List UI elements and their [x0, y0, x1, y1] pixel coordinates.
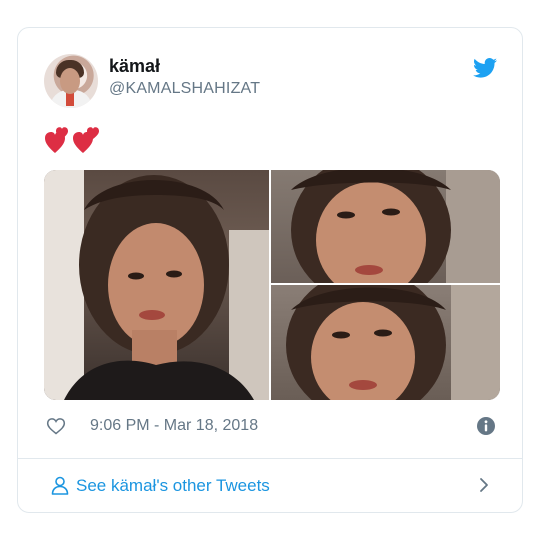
photo-1-illustration — [44, 170, 269, 400]
photo-3-illustration — [286, 285, 500, 400]
chevron-right-icon — [480, 478, 488, 492]
person-icon — [51, 476, 69, 495]
tweet-meta-row: 9:06 PM - Mar 18, 2018 — [44, 414, 500, 438]
tweet-media-grid — [44, 170, 500, 400]
see-other-tweets-link[interactable]: See kämał's other Tweets — [18, 459, 522, 513]
author-handle[interactable]: @KAMALSHAHIZAT — [109, 80, 260, 98]
embedded-tweet-card: kämał @KAMALSHAHIZAT 9:06 PM - Mar 18, 2… — [17, 27, 523, 513]
info-icon[interactable] — [476, 416, 496, 436]
photo-2-illustration — [291, 170, 500, 283]
author-display-name[interactable]: kämał — [109, 56, 160, 77]
two-hearts-emoji — [45, 127, 99, 153]
avatar[interactable] — [44, 54, 98, 108]
avatar-accent — [66, 92, 74, 106]
heart-icon[interactable] — [46, 416, 66, 436]
tweet-photo-2[interactable] — [271, 170, 500, 283]
tweet-photo-3[interactable] — [271, 285, 500, 400]
twitter-bird-icon[interactable] — [473, 58, 497, 78]
see-other-tweets-label: See kämał's other Tweets — [76, 476, 270, 495]
tweet-photo-1[interactable] — [44, 170, 269, 400]
avatar-face — [60, 68, 80, 94]
tweet-timestamp[interactable]: 9:06 PM - Mar 18, 2018 — [90, 417, 258, 435]
